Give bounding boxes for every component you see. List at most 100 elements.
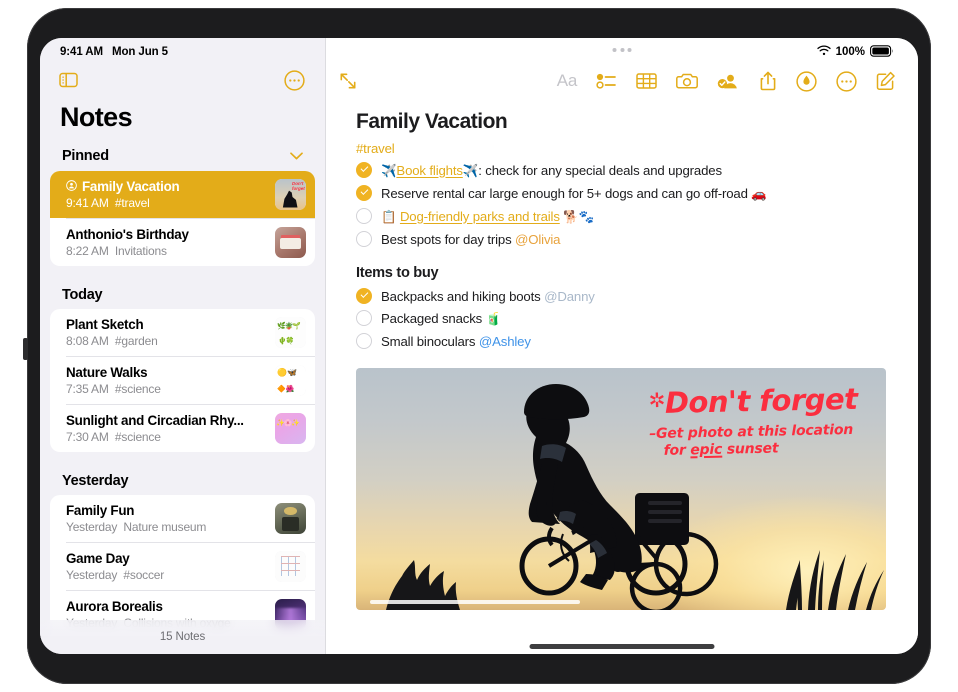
note-row-subtitle: Yesterday #soccer <box>66 568 267 582</box>
handwriting-text-1: Don't forget <box>664 381 858 420</box>
more-circle-icon[interactable] <box>284 69 305 91</box>
checkbox-unchecked[interactable] <box>356 208 372 224</box>
note-time: Yesterday <box>66 568 118 582</box>
status-time: 9:41 AM <box>60 46 103 58</box>
wifi-icon <box>816 45 831 59</box>
note-row-subtitle: 8:08 AM #garden <box>66 334 267 348</box>
note-thumbnail <box>275 227 306 258</box>
note-title-text: Sunlight and Circadian Rhy... <box>66 413 244 428</box>
list-item[interactable]: Family Fun Yesterday Nature museum <box>50 495 315 542</box>
note-title-text: Anthonio's Birthday <box>66 227 189 242</box>
note-group-today: Plant Sketch 8:08 AM #garden 🌵🍀 🌿🪴🌱 Natu… <box>50 309 315 452</box>
camera-icon[interactable] <box>676 72 698 90</box>
note-heading: Family Vacation <box>356 110 508 133</box>
mention-olivia[interactable]: @Olivia <box>515 232 560 247</box>
note-title-text: Game Day <box>66 551 130 566</box>
hw3-post: sunset <box>722 440 779 458</box>
cyclist-sunset-photo[interactable]: ✲Don't forget –Get photo at this locatio… <box>356 368 886 610</box>
list-item[interactable]: Anthonio's Birthday 8:22 AM Invitations <box>50 219 315 266</box>
photo-scrollbar[interactable] <box>370 600 580 604</box>
checklist-item[interactable]: ✈️Book flights✈️: check for any special … <box>356 159 888 182</box>
note-subtitle-text: Nature museum <box>123 520 207 534</box>
list-item[interactable]: Family Vacation 9:41 AM #travel Don't for… <box>50 171 315 218</box>
list-item[interactable]: Plant Sketch 8:08 AM #garden <box>50 309 315 356</box>
note-subtitle-text: Invitations <box>114 244 167 258</box>
checklist-rest: Best spots for day trips <box>381 231 512 247</box>
checkbox-checked[interactable] <box>356 288 372 304</box>
note-link[interactable]: Dog-friendly parks and trails <box>400 209 560 224</box>
share-icon[interactable] <box>759 71 777 91</box>
checkbox-unchecked[interactable] <box>356 231 372 247</box>
markup-pen-icon[interactable] <box>796 70 817 92</box>
note-title-text: Plant Sketch <box>66 317 144 332</box>
checkbox-unchecked[interactable] <box>356 333 372 349</box>
checklist-rest: Small binoculars <box>381 333 476 349</box>
note-doc-icon: 📋 <box>381 209 397 224</box>
volume-button[interactable] <box>23 338 28 360</box>
device-bezel: 9:41 AM Mon Jun 5 Notes Pinned Family Va… <box>40 38 918 654</box>
sidebar-scroll-area[interactable]: Pinned Family Vacation 9:41 AM #travel D… <box>40 141 325 654</box>
add-person-icon[interactable] <box>717 72 740 90</box>
airplane-icon: ✈️ <box>462 163 479 178</box>
list-item[interactable]: Nature Walks 7:35 AM #science <box>50 357 315 404</box>
home-indicator[interactable] <box>529 644 715 649</box>
compose-icon[interactable] <box>876 71 896 91</box>
checklist-item[interactable]: Small binoculars @Ashley <box>356 330 888 352</box>
note-subtitle-text: #garden <box>114 334 158 348</box>
checklist-icon[interactable] <box>596 72 617 90</box>
note-tag[interactable]: #travel <box>356 141 888 156</box>
checklist-text: Backpacks and hiking boots @Danny <box>381 288 595 305</box>
status-date: Mon Jun 5 <box>111 46 168 58</box>
note-thumbnail <box>275 551 306 582</box>
checklist-item[interactable]: 📋 Dog-friendly parks and trails 🐕🐾 <box>356 205 888 228</box>
note-detail-pane: 100% Aa Family Vacation #travel ✈️Book f… <box>325 38 918 654</box>
note-thumbnail <box>275 413 306 444</box>
multitask-handle-icon[interactable] <box>612 48 632 52</box>
note-row-subtitle: 7:30 AM #science <box>66 430 267 444</box>
note-link[interactable]: Book flights <box>396 163 463 178</box>
table-icon[interactable] <box>636 72 657 90</box>
star-glyph: ✲ <box>648 387 666 413</box>
note-row-title-wrap: Plant Sketch <box>66 317 267 332</box>
mention-danny[interactable]: @Danny <box>544 289 595 304</box>
note-row-title-wrap: Sunlight and Circadian Rhy... <box>66 413 267 428</box>
expand-diagonal-icon[interactable] <box>338 71 358 91</box>
more-circle-icon[interactable] <box>836 70 857 92</box>
section-header-today: Today <box>40 280 325 309</box>
checkbox-unchecked[interactable] <box>356 310 372 326</box>
sidebar-toolbar <box>40 60 325 100</box>
checklist-item[interactable]: Best spots for day trips @Olivia <box>356 228 888 250</box>
checkbox-checked[interactable] <box>356 185 372 201</box>
hw3-pre: for <box>663 442 691 459</box>
note-row-title-wrap: Game Day <box>66 551 267 566</box>
note-row-subtitle: 7:35 AM #science <box>66 382 267 396</box>
list-item[interactable]: Sunlight and Circadian Rhy... 7:30 AM #s… <box>50 405 315 452</box>
list-item[interactable]: Game Day Yesterday #soccer <box>50 543 315 590</box>
checklist-item[interactable]: Reserve rental car large enough for 5+ d… <box>356 182 888 205</box>
note-thumbnail <box>275 503 306 534</box>
note-content[interactable]: Family Vacation #travel ✈️Book flights✈️… <box>326 102 918 654</box>
note-title-text: Family Vacation <box>82 179 180 194</box>
section-header-pinned[interactable]: Pinned <box>40 141 325 171</box>
mention-ashley[interactable]: @Ashley <box>479 334 531 349</box>
note-time: 8:22 AM <box>66 244 109 258</box>
shared-person-icon <box>66 179 77 194</box>
checklist-item[interactable]: Packaged snacks 🧃 <box>356 307 888 330</box>
car-icon: 🚗 <box>751 186 767 201</box>
checklist-rest: Backpacks and hiking boots <box>381 288 541 304</box>
note-time: 9:41 AM <box>66 196 109 210</box>
note-row-subtitle: 8:22 AM Invitations <box>66 244 267 258</box>
note-toolbar: Aa <box>326 60 918 102</box>
format-text-button[interactable]: Aa <box>557 71 578 91</box>
note-title-text: Aurora Borealis <box>66 599 163 614</box>
checklist-rest: Reserve rental car large enough for 5+ d… <box>381 185 748 201</box>
note-subheading: Items to buy <box>356 265 439 281</box>
ipad-device-frame: 9:41 AM Mon Jun 5 Notes Pinned Family Va… <box>23 8 931 684</box>
note-thumbnail <box>275 317 306 348</box>
checkbox-checked[interactable] <box>356 162 372 178</box>
note-row-title-wrap: Family Vacation <box>66 179 267 194</box>
checklist-item[interactable]: Backpacks and hiking boots @Danny <box>356 285 888 307</box>
chevron-down-icon[interactable] <box>290 148 303 164</box>
note-group-yesterday: Family Fun Yesterday Nature museum Game … <box>50 495 315 638</box>
sidebar-toggle-icon[interactable] <box>59 72 78 88</box>
